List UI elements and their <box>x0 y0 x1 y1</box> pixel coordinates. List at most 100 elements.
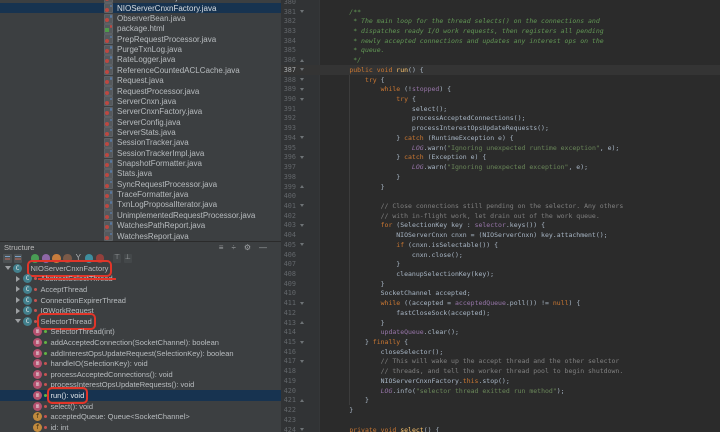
sort-alphabetically-icon[interactable] <box>3 254 12 263</box>
expand-down-icon[interactable] <box>3 266 13 270</box>
fold-marker-icon[interactable] <box>299 185 305 188</box>
project-file-row[interactable]: ServerCnxn.java <box>0 96 281 106</box>
project-file-row[interactable]: ReferenceCountedACLCache.java <box>0 65 281 75</box>
code-line-397[interactable]: 397 LOG.warn("Ignoring unexpected except… <box>281 162 720 172</box>
project-file-row[interactable]: SyncRequestProcessor.java <box>0 179 281 189</box>
project-file-row[interactable]: RequestProcessor.java <box>0 86 281 96</box>
code-line-421[interactable]: 421 } <box>281 396 720 406</box>
code-line-394[interactable]: 394 } catch (RuntimeException e) { <box>281 133 720 143</box>
structure-item-select-void[interactable]: mselect(): void <box>0 401 281 412</box>
sort-by-visibility-icon[interactable] <box>14 254 23 263</box>
code-line-418[interactable]: 418 // threads, and tell the worker thre… <box>281 366 720 376</box>
structure-item-id-int[interactable]: fid: int <box>0 422 281 432</box>
code-line-416[interactable]: 416 closeSelector(); <box>281 347 720 357</box>
code-line-414[interactable]: 414 updateQueue.clear(); <box>281 327 720 337</box>
show-inherited-icon[interactable] <box>63 254 72 263</box>
project-file-row[interactable]: PurgeTxnLog.java <box>0 44 281 54</box>
code-line-381[interactable]: 381 /** <box>281 7 720 17</box>
autoscroll-to-source-icon[interactable]: ⊤ <box>113 254 122 263</box>
code-line-395[interactable]: 395 LOG.warn("Ignoring unexpected runtim… <box>281 143 720 153</box>
code-line-401[interactable]: 401 // Close connections still pending o… <box>281 201 720 211</box>
project-file-row[interactable]: WatchesPathReport.java <box>0 221 281 231</box>
project-file-row[interactable]: Stats.java <box>0 169 281 179</box>
filter-icon[interactable]: Y <box>74 254 83 263</box>
code-line-402[interactable]: 402 // with in-flight work, let drain ou… <box>281 211 720 221</box>
fold-marker-icon[interactable] <box>299 243 305 246</box>
fold-marker-icon[interactable] <box>299 78 305 81</box>
structure-item-acceptedqueue-queue-socketchannel-[interactable]: facceptedQueue: Queue<SocketChannel> <box>0 411 281 422</box>
project-file-row[interactable]: WatchesReport.java <box>0 231 281 241</box>
project-file-row[interactable]: package.html <box>0 24 281 34</box>
code-line-404[interactable]: 404 NIOServerCnxn cnxn = (NIOServerCnxn)… <box>281 230 720 240</box>
expand-right-icon[interactable] <box>13 286 23 292</box>
code-line-411[interactable]: 411 while ((accepted = acceptedQueue.pol… <box>281 298 720 308</box>
code-line-419[interactable]: 419 NIOServerCnxnFactory.this.stop(); <box>281 376 720 386</box>
code-line-386[interactable]: 386 */ <box>281 55 720 65</box>
expand-right-icon[interactable] <box>13 308 23 314</box>
show-anonymous-classes-icon[interactable] <box>31 254 40 263</box>
code-line-415[interactable]: 415 } finally { <box>281 337 720 347</box>
code-line-382[interactable]: 382 * The main loop for the thread selec… <box>281 16 720 26</box>
show-lambdas-icon[interactable] <box>42 254 51 263</box>
fold-marker-icon[interactable] <box>299 88 305 91</box>
fold-marker-icon[interactable] <box>299 341 305 344</box>
code-line-409[interactable]: 409 } <box>281 279 720 289</box>
project-file-row[interactable]: SessionTrackerImpl.java <box>0 148 281 158</box>
project-file-row[interactable]: UnimplementedRequestProcessor.java <box>0 210 281 220</box>
fold-marker-icon[interactable] <box>299 156 305 159</box>
show-non-public-icon[interactable] <box>96 254 105 263</box>
code-line-417[interactable]: 417 // This will wake up the accept thre… <box>281 357 720 367</box>
project-file-row[interactable]: RateLogger.java <box>0 55 281 65</box>
expand-all-icon[interactable]: ≡ <box>219 244 224 252</box>
fold-marker-icon[interactable] <box>299 360 305 363</box>
code-line-391[interactable]: 391 select(); <box>281 104 720 114</box>
code-line-403[interactable]: 403 for (SelectionKey key : selector.key… <box>281 221 720 231</box>
fold-marker-icon[interactable] <box>299 321 305 324</box>
project-file-row[interactable]: SnapshotFormatter.java <box>0 158 281 168</box>
code-line-412[interactable]: 412 fastCloseSock(accepted); <box>281 308 720 318</box>
structure-item-processinterestopsupdaterequests-void[interactable]: mprocessInterestOpsUpdateRequests(): voi… <box>0 380 281 391</box>
code-line-383[interactable]: 383 * dispatches ready I/O work requests… <box>281 26 720 36</box>
structure-item-nioservercnxnfactory[interactable]: CNIOServerCnxnFactory <box>0 263 281 274</box>
structure-item-processacceptedconnections-void[interactable]: mprocessAcceptedConnections(): void <box>0 369 281 380</box>
code-line-410[interactable]: 410 SocketChannel accepted; <box>281 289 720 299</box>
fold-marker-icon[interactable] <box>299 399 305 402</box>
project-file-row[interactable]: ObserverBean.java <box>0 13 281 23</box>
code-line-423[interactable]: 423 <box>281 415 720 425</box>
code-line-389[interactable]: 389 while (!stopped) { <box>281 84 720 94</box>
project-file-row[interactable]: ServerConfig.java <box>0 117 281 127</box>
project-file-row[interactable]: ServerStats.java <box>0 127 281 137</box>
code-editor[interactable]: 380381 /**382 * The main loop for the th… <box>281 0 720 432</box>
code-line-384[interactable]: 384 * newly accepted connections and upd… <box>281 36 720 46</box>
project-file-row[interactable]: Request.java <box>0 75 281 85</box>
structure-item-ioworkrequest[interactable]: CIOWorkRequest <box>0 305 281 316</box>
expand-right-icon[interactable] <box>13 276 23 282</box>
fold-marker-icon[interactable] <box>299 59 305 62</box>
structure-item-selectorthread[interactable]: CSelectorThread <box>0 316 281 327</box>
fold-marker-icon[interactable] <box>299 68 305 71</box>
project-file-row[interactable]: SessionTracker.java <box>0 138 281 148</box>
structure-item-handleio-selectionkey-void[interactable]: mhandleIO(SelectionKey): void <box>0 358 281 369</box>
fold-marker-icon[interactable] <box>299 10 305 13</box>
fold-marker-icon[interactable] <box>299 136 305 139</box>
code-line-387[interactable]: 387 public void run() { <box>281 65 720 75</box>
structure-item-connectionexpirerthread[interactable]: CConnectionExpirerThread <box>0 295 281 306</box>
code-line-388[interactable]: 388 try { <box>281 75 720 85</box>
code-line-399[interactable]: 399 } <box>281 182 720 192</box>
code-line-420[interactable]: 420 LOG.info("selector thread exitted ru… <box>281 386 720 396</box>
autoscroll-from-source-icon[interactable]: ⊥ <box>124 254 133 263</box>
code-line-406[interactable]: 406 cnxn.close(); <box>281 250 720 260</box>
fold-marker-icon[interactable] <box>299 98 305 101</box>
project-file-row[interactable]: TraceFormatter.java <box>0 189 281 199</box>
show-fields-icon[interactable] <box>52 254 61 263</box>
settings-gear-icon[interactable]: ⚙ <box>244 244 251 252</box>
code-line-407[interactable]: 407 } <box>281 259 720 269</box>
code-line-422[interactable]: 422 } <box>281 405 720 415</box>
project-file-row[interactable]: NIOServerCnxnFactory.java <box>0 3 281 13</box>
code-line-424[interactable]: 424 private void select() { <box>281 425 720 432</box>
code-line-392[interactable]: 392 processAcceptedConnections(); <box>281 114 720 124</box>
expand-down-icon[interactable] <box>13 319 23 323</box>
hide-panel-icon[interactable]: — <box>259 244 267 252</box>
code-line-398[interactable]: 398 } <box>281 172 720 182</box>
fold-marker-icon[interactable] <box>299 428 305 431</box>
